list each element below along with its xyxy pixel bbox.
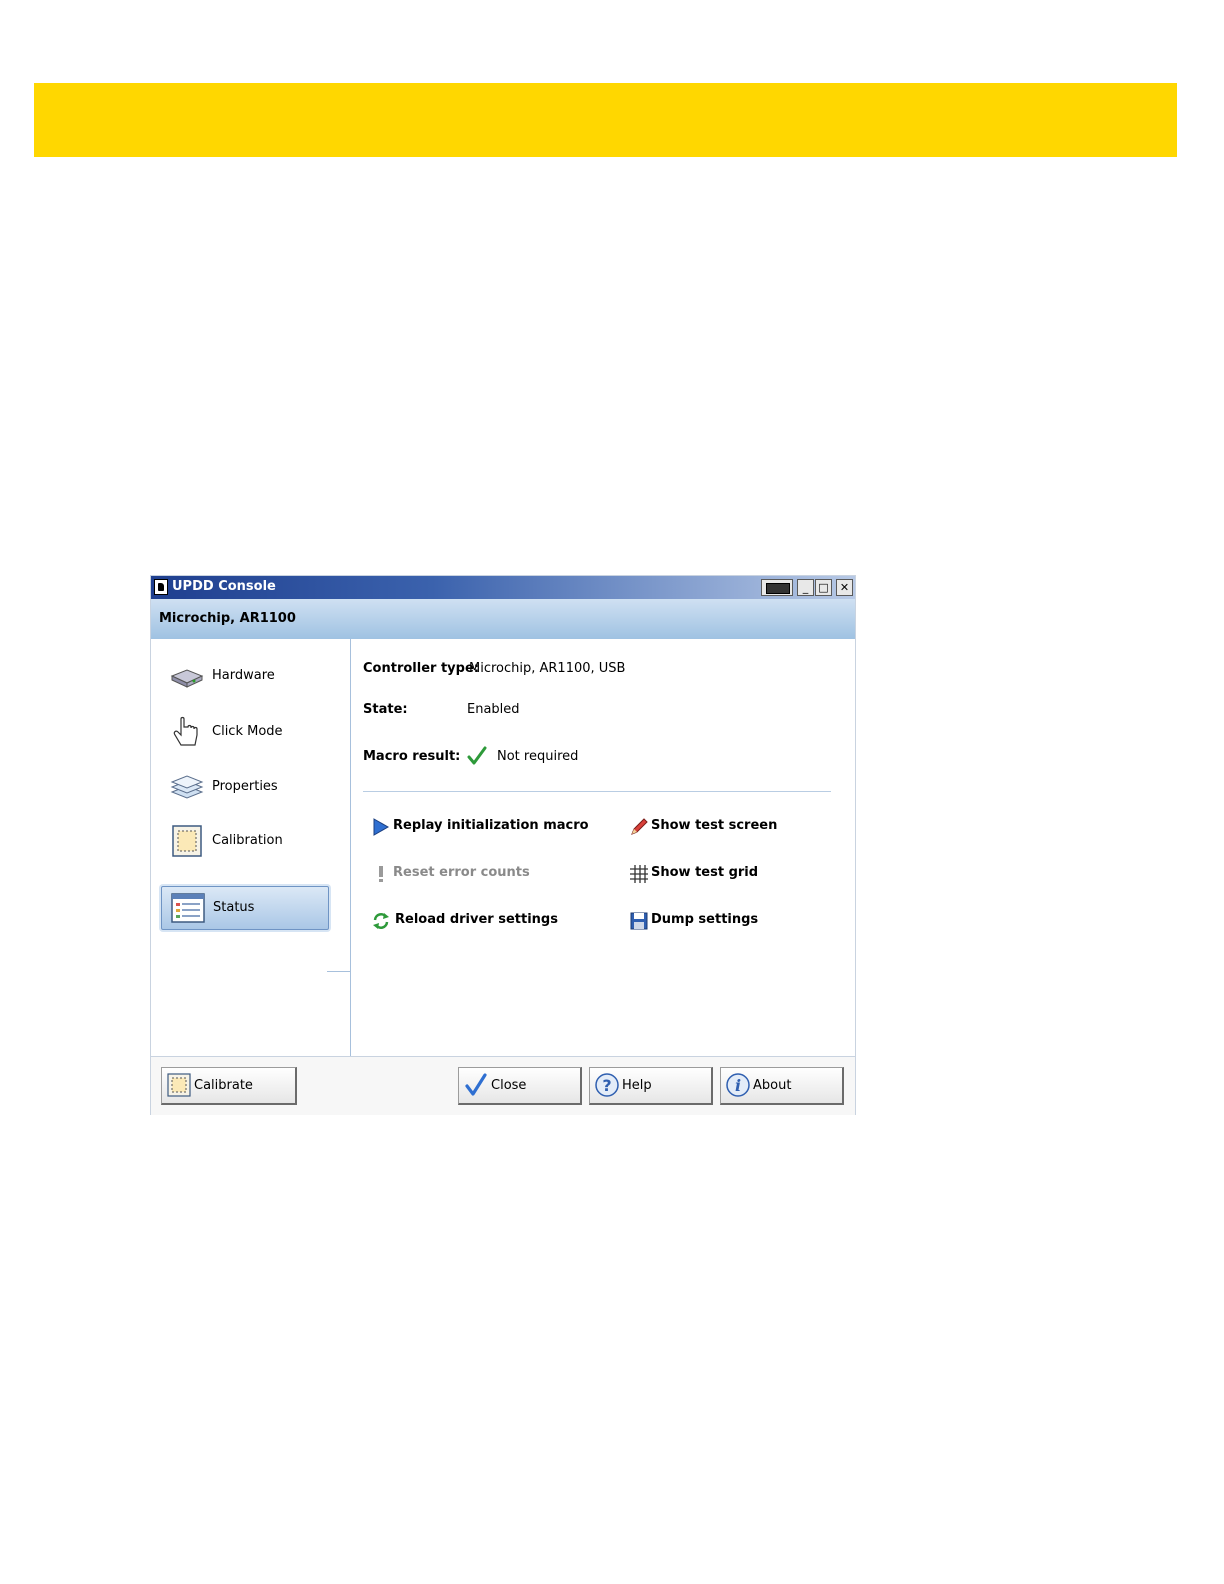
keyboard-button[interactable] [761,579,793,596]
updd-console-window: UPDD Console _ □ ✕ Microchip, AR1100 Har… [150,575,856,1115]
sidebar: Hardware Click Mode Properties Calibrati… [151,639,351,1056]
help-label: Help [622,1078,652,1093]
macro-result-label: Macro result: [363,749,461,764]
status-panel: Controller type: Microchip, AR1100, USB … [351,639,855,1056]
top-yellow-band [34,83,1177,157]
sidebar-item-label: Click Mode [212,724,283,739]
action-label: Reset error counts [393,865,530,880]
calibrate-button[interactable]: Calibrate [161,1067,297,1105]
reload-icon [373,913,389,929]
hand-pointer-icon [173,716,198,746]
calibrate-label: Calibrate [194,1078,253,1093]
action-label: Dump settings [651,912,759,927]
device-header: Microchip, AR1100 [151,599,855,639]
about-label: About [753,1078,792,1093]
sidebar-item-properties[interactable]: Properties [161,764,327,810]
maximize-button[interactable]: □ [815,579,832,596]
footer-bar: Calibrate Close ? Help i About [151,1056,855,1115]
checkmark-icon [467,746,487,765]
hardware-icon [170,669,204,688]
macro-result-value: Not required [497,749,579,764]
pencil-icon [631,818,648,835]
selection-connector [327,971,351,972]
sidebar-item-label: Hardware [212,668,275,683]
sidebar-item-status[interactable]: Status [161,886,329,930]
svg-text:i: i [735,1076,741,1095]
sidebar-item-click-mode[interactable]: Click Mode [161,709,327,755]
exclamation-icon [379,866,383,882]
minimize-button[interactable]: _ [797,579,814,596]
controller-type-label: Controller type: [363,661,479,676]
svg-text:?: ? [602,1076,611,1095]
controller-type-value: Microchip, AR1100, USB [469,661,626,676]
info-icon: i [726,1073,750,1097]
save-icon [630,912,648,930]
close-check-icon [465,1073,487,1096]
sidebar-item-hardware[interactable]: Hardware [161,653,327,699]
calibrate-icon [167,1073,191,1097]
action-label: Reload driver settings [395,912,558,927]
state-label: State: [363,702,408,717]
play-icon [373,818,390,836]
calibration-icon [172,825,202,857]
status-icon [171,893,205,923]
action-label: Show test grid [651,865,759,880]
section-divider [363,791,831,792]
sidebar-item-calibration[interactable]: Calibration [161,818,327,864]
close-button[interactable]: Close [458,1067,582,1105]
about-button[interactable]: i About [720,1067,844,1105]
sidebar-item-label: Calibration [212,833,283,848]
help-button[interactable]: ? Help [589,1067,713,1105]
sidebar-item-label: Properties [212,779,278,794]
device-name: Microchip, AR1100 [159,611,296,626]
action-label: Replay initialization macro [393,818,589,833]
help-icon: ? [595,1073,619,1097]
keyboard-icon [766,583,790,594]
sidebar-item-label: Status [213,900,255,915]
title-bar[interactable]: UPDD Console _ □ ✕ [151,576,855,599]
close-label: Close [491,1078,527,1093]
window-title: UPDD Console [172,579,276,594]
action-label: Show test screen [651,818,778,833]
layers-icon [170,775,204,799]
state-value: Enabled [467,702,520,717]
app-icon [154,579,168,595]
window-close-button[interactable]: ✕ [836,579,853,596]
grid-icon [630,865,648,883]
